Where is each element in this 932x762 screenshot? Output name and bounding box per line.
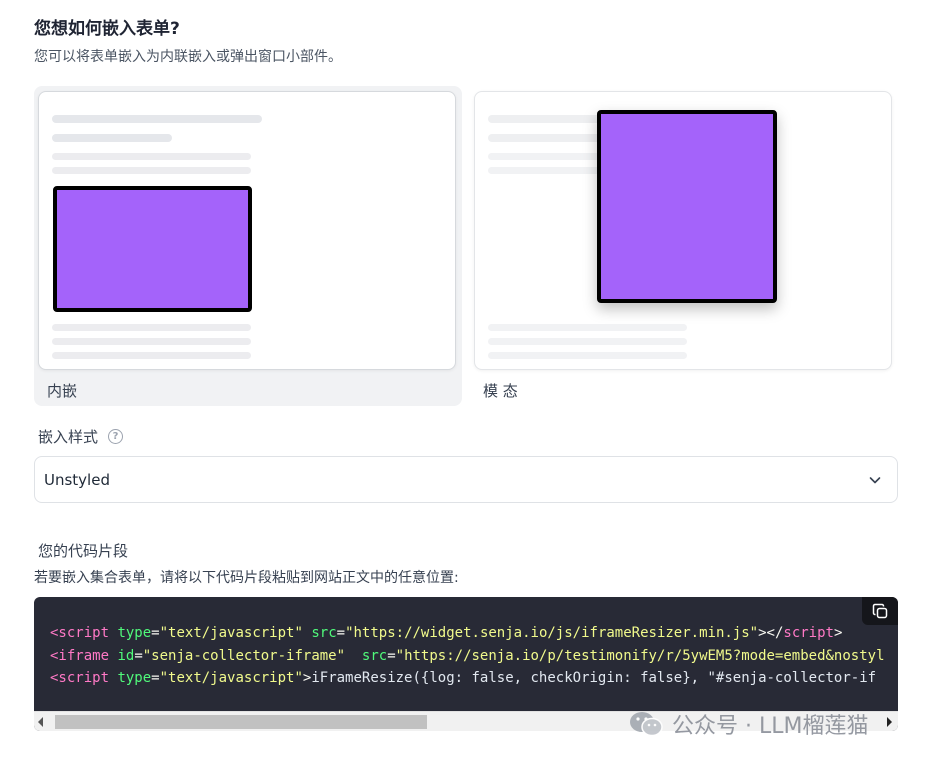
placeholder-line	[488, 352, 687, 359]
code-token: ></	[758, 625, 784, 641]
placeholder-line	[52, 134, 172, 142]
placeholder-line	[52, 167, 251, 174]
code-line: <script type="text/javascript">iFrameRes…	[50, 667, 885, 690]
wechat-icon	[630, 712, 663, 737]
code-text[interactable]: <script type="text/javascript" src="http…	[50, 622, 885, 690]
modal-form-box	[597, 110, 777, 303]
code-token: =	[151, 670, 160, 686]
watermark-text: 公众号 · LLM榴莲猫	[672, 714, 869, 739]
placeholder-line	[488, 338, 687, 345]
copy-button[interactable]	[862, 597, 898, 625]
code-token: "senja-collector-iframe"	[142, 647, 346, 664]
embed-option-label: 模 态	[483, 382, 518, 400]
code-token: =	[134, 647, 143, 664]
code-line: <iframe id="senja-collector-iframe" src=…	[50, 645, 885, 668]
scroll-thumb[interactable]	[55, 715, 427, 729]
code-token: src	[361, 647, 388, 664]
code-token: >	[833, 625, 843, 641]
page-title: 您想如何嵌入表单?	[34, 19, 180, 39]
snippet-description: 若要嵌入集合表单，请将以下代码片段粘贴到网站正文中的任意位置:	[34, 570, 459, 586]
code-token: =	[151, 625, 160, 641]
question-circle-icon[interactable]: ?	[108, 429, 124, 444]
embed-style-value: Unstyled	[44, 470, 110, 489]
watermark: 公众号 · LLM榴莲猫	[628, 708, 868, 740]
code-token: =	[387, 647, 396, 664]
code-token: "text/javascript"	[159, 625, 303, 641]
placeholder-line	[52, 115, 262, 123]
placeholder-line	[488, 324, 687, 331]
modal-preview	[474, 91, 892, 370]
code-token: script	[783, 625, 834, 641]
code-token: <script	[50, 670, 110, 686]
embed-option-inline[interactable]: 内嵌	[34, 86, 462, 406]
code-token: iFrameResize({log: false, checkOrigin: f…	[311, 670, 877, 686]
code-token: id	[117, 647, 135, 664]
code-token: "text/javascript"	[159, 670, 303, 686]
placeholder-line	[52, 324, 251, 331]
embed-option-modal[interactable]: 模 态	[470, 86, 898, 406]
scroll-right-arrow-icon[interactable]	[887, 717, 892, 727]
code-token: <script	[50, 625, 110, 641]
code-token: =	[336, 625, 346, 641]
placeholder-line	[52, 338, 251, 345]
embed-option-label: 内嵌	[47, 382, 78, 400]
scroll-left-arrow-icon[interactable]	[38, 717, 43, 727]
placeholder-line	[52, 352, 251, 359]
inline-form-box	[53, 186, 252, 312]
code-token: "https://senja.io/p/testimonify/r/5ywEM5…	[395, 647, 885, 664]
placeholder-line	[52, 153, 251, 160]
embed-style-label: 嵌入样式 ?	[38, 426, 124, 447]
snippet-label: 您的代码片段	[38, 542, 129, 560]
embed-style-label-text: 嵌入样式	[38, 428, 99, 446]
embed-style-select[interactable]: Unstyled	[34, 456, 898, 503]
inline-preview	[38, 91, 456, 370]
code-token: src	[311, 625, 337, 641]
code-token: type	[117, 625, 152, 641]
code-line: <script type="text/javascript" src="http…	[50, 622, 885, 645]
placeholder-line	[488, 134, 608, 142]
code-token: "https://widget.senja.io/js/iframeResize…	[345, 625, 759, 641]
page-subtitle: 您可以将表单嵌入为内联嵌入或弹出窗口小部件。	[34, 49, 342, 65]
code-token: type	[117, 670, 152, 686]
code-token: <iframe	[50, 647, 110, 664]
chevron-down-icon	[869, 476, 881, 483]
copy-icon	[872, 603, 887, 618]
